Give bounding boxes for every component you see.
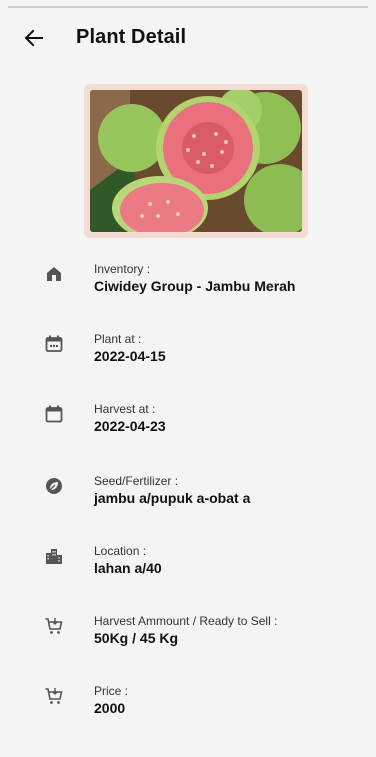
detail-value: Ciwidey Group - Jambu Merah bbox=[94, 278, 296, 294]
home-icon bbox=[47, 267, 61, 281]
detail-label: Plant at : bbox=[94, 332, 142, 346]
detail-label: Harvest Ammount / Ready to Sell : bbox=[94, 614, 278, 628]
detail-label: Seed/Fertilizer : bbox=[94, 474, 179, 488]
city-icon bbox=[46, 549, 62, 564]
detail-row-harvest-at: Harvest at : 2022-04-23 bbox=[0, 402, 376, 462]
cart-icon bbox=[45, 688, 63, 704]
detail-row-seed-fertilizer: Seed/Fertilizer : jambu a/pupuk a-obat a bbox=[0, 474, 376, 534]
detail-row-location: Location : lahan a/40 bbox=[0, 544, 376, 604]
detail-value: jambu a/pupuk a-obat a bbox=[94, 490, 251, 506]
plant-photo bbox=[90, 90, 302, 232]
detail-row-harvest-amount: Harvest Ammount / Ready to Sell : 50Kg /… bbox=[0, 614, 376, 674]
detail-value: 2022-04-23 bbox=[94, 418, 166, 434]
detail-label: Location : bbox=[94, 544, 147, 558]
detail-label: Price : bbox=[94, 684, 129, 698]
calendar-icon bbox=[45, 335, 63, 352]
detail-label: Inventory : bbox=[94, 262, 151, 276]
detail-value: 2000 bbox=[94, 700, 126, 716]
arrow-left-icon bbox=[24, 29, 43, 47]
detail-value: 50Kg / 45 Kg bbox=[94, 630, 179, 646]
detail-row-plant-at: Plant at : 2022-04-15 bbox=[0, 332, 376, 392]
detail-row-inventory: Inventory : Ciwidey Group - Jambu Merah bbox=[0, 262, 376, 322]
plant-photo-frame bbox=[84, 84, 308, 238]
status-divider bbox=[8, 6, 368, 8]
detail-value: lahan a/40 bbox=[94, 560, 162, 576]
detail-label: Harvest at : bbox=[94, 402, 156, 416]
detail-row-price: Price : 2000 bbox=[0, 684, 376, 744]
calendar-icon bbox=[45, 405, 63, 423]
page-title: Plant Detail bbox=[76, 26, 187, 48]
app-bar: Plant Detail bbox=[0, 18, 376, 58]
seed-icon bbox=[46, 478, 62, 494]
cart-icon bbox=[45, 618, 63, 634]
back-button[interactable] bbox=[20, 24, 48, 52]
detail-value: 2022-04-15 bbox=[94, 348, 166, 364]
